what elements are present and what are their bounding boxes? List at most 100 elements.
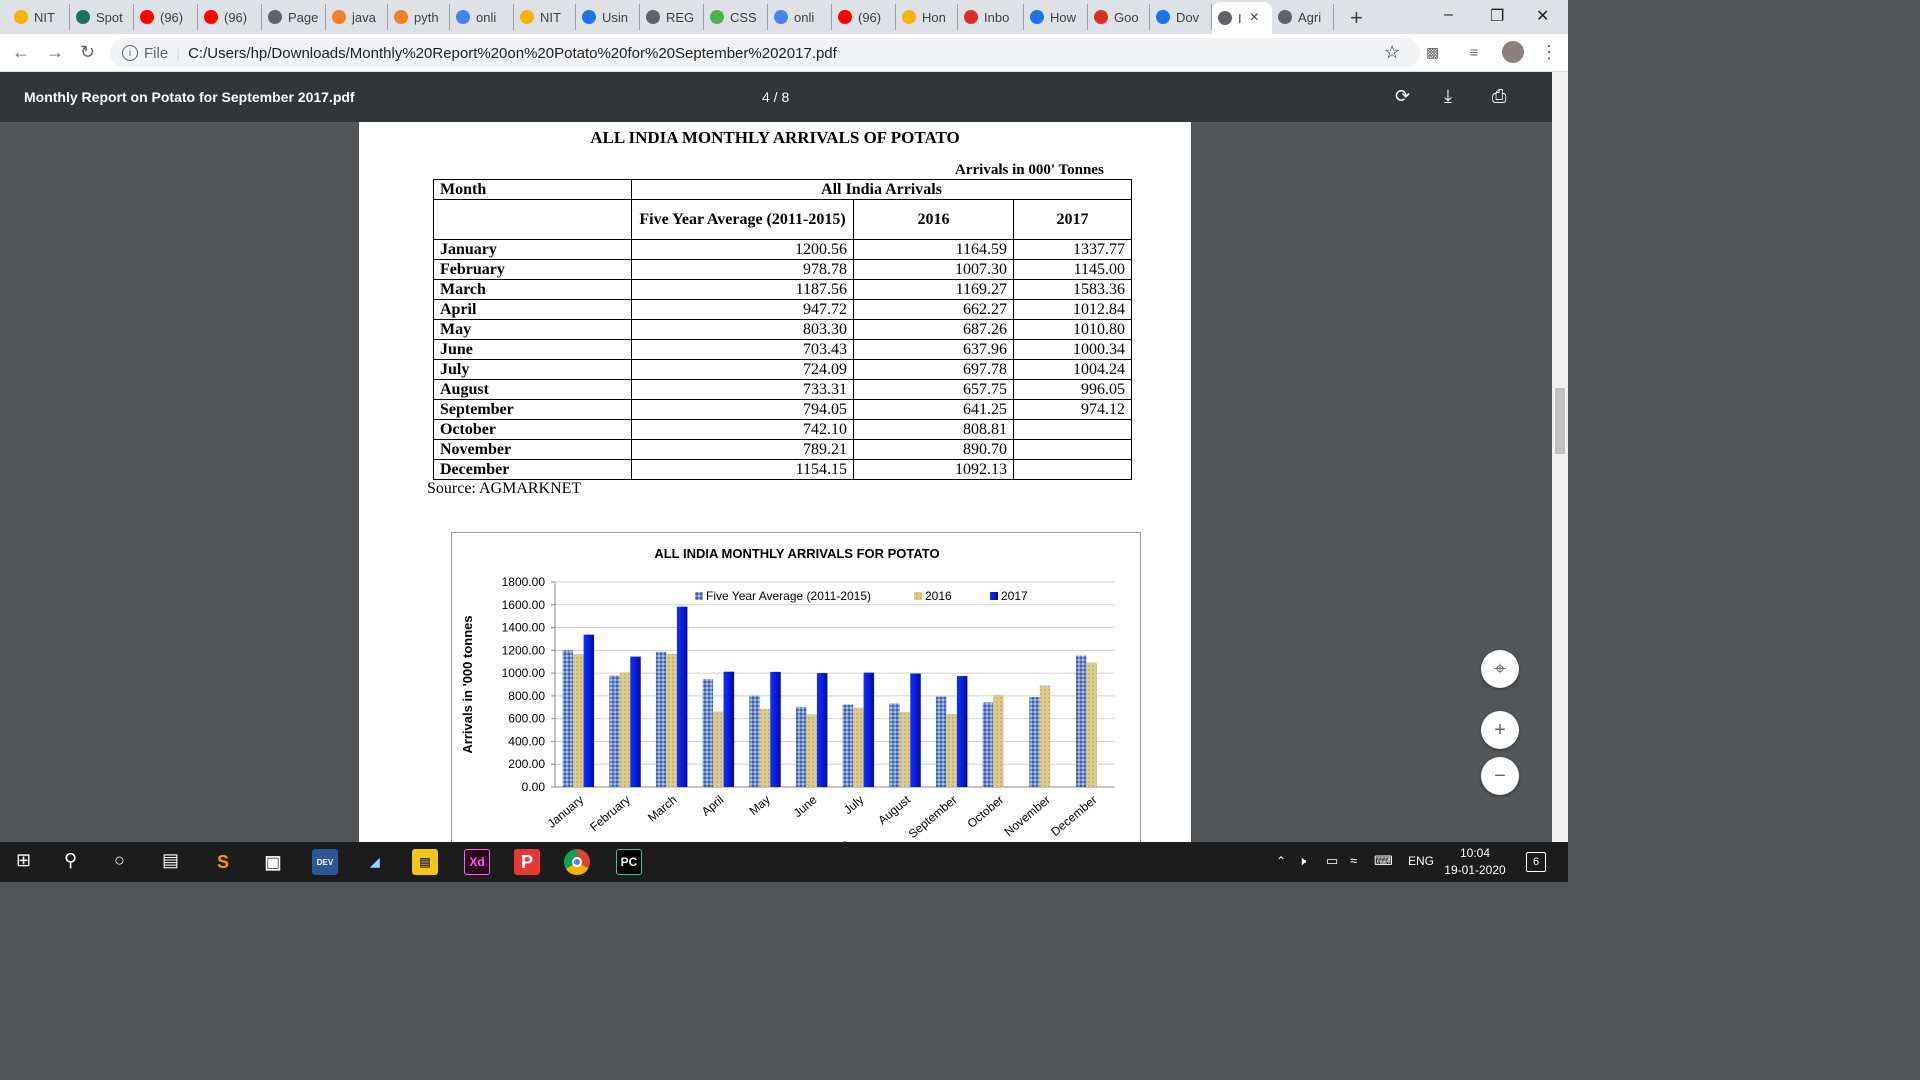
download-icon[interactable]: ⤓	[1444, 86, 1452, 107]
tab[interactable]: How	[1024, 4, 1088, 30]
new-tab-icon[interactable]: +	[1350, 5, 1363, 31]
bar-five-year-average-2011-2015-	[749, 695, 760, 787]
scrollbar[interactable]	[1552, 72, 1568, 842]
tab-label: CSS	[730, 9, 757, 25]
avg-cell: 803.30	[631, 319, 854, 340]
bar-five-year-average-2011-2015-	[562, 650, 574, 787]
x-tick-label: August	[875, 792, 913, 827]
bar-five-year-average-2011-2015-	[609, 675, 620, 787]
tab[interactable]: (96)	[198, 4, 262, 30]
tab[interactable]: Usin	[576, 4, 640, 30]
chrome-icon[interactable]	[564, 849, 590, 875]
close-tab-icon[interactable]: ×	[1250, 9, 1259, 27]
month-cell: March	[433, 279, 632, 300]
x-tick-label: June	[791, 792, 820, 820]
tab[interactable]: NIT	[514, 4, 576, 30]
tab[interactable]: NIT	[8, 4, 70, 30]
restore-icon[interactable]: ❐	[1490, 6, 1504, 26]
sublime-icon[interactable]: S	[210, 849, 236, 875]
adobe-xd-icon[interactable]: Xd	[464, 849, 490, 875]
bar-five-year-average-2011-2015-	[1075, 655, 1087, 787]
avg-cell: 703.43	[631, 339, 854, 360]
app-icon[interactable]: ◢	[362, 849, 388, 875]
menu-kebab-icon[interactable]: ⋮	[1540, 42, 1558, 63]
bookmark-star-icon[interactable]: ☆	[1384, 42, 1400, 63]
windows-start-icon[interactable]: ⊞	[16, 850, 31, 871]
tab[interactable]: Spot	[70, 4, 134, 30]
forward-arrow-icon[interactable]: →	[46, 42, 64, 63]
table-row: July 724.09 697.78 1004.24	[433, 359, 1132, 380]
cortana-icon[interactable]: ○	[114, 850, 125, 871]
tab[interactable]: (96)	[832, 4, 896, 30]
camera-icon[interactable]: ▣	[260, 849, 286, 875]
tab[interactable]: Inbo	[958, 4, 1024, 30]
stack-icon	[332, 10, 346, 24]
tab[interactable]: Hon	[896, 4, 958, 30]
keyboard-icon[interactable]: ⌨	[1374, 853, 1393, 869]
tab-label: java	[352, 9, 376, 25]
pycharm-icon[interactable]: PC	[616, 849, 642, 875]
avg-cell: 947.72	[631, 299, 854, 320]
month-cell: September	[433, 399, 632, 420]
tray-chevron-icon[interactable]: ⌃	[1276, 854, 1286, 868]
tab[interactable]: Goo	[1088, 4, 1150, 30]
tab[interactable]: onli	[450, 4, 514, 30]
tab-label: onli	[794, 9, 815, 25]
clock[interactable]: 10:04 19-01-2020	[1440, 845, 1510, 879]
y2016-header: 2016	[853, 199, 1014, 240]
tab[interactable]: Page	[262, 4, 326, 30]
tab[interactable]: Dov	[1150, 4, 1212, 30]
browser-tab-strip: NIT Spot (96) (96) Page java pyth onli NIT Usin RE…	[0, 0, 1568, 34]
task-view-icon[interactable]: ▤	[162, 850, 179, 871]
scrollbar-thumb[interactable]	[1555, 388, 1565, 454]
y2017-cell: 1004.24	[1013, 359, 1132, 380]
y2017-cell: 1000.34	[1013, 339, 1132, 360]
tab[interactable]: (96)	[134, 4, 198, 30]
page-indicator[interactable]: 4 / 8	[762, 89, 789, 105]
devcpp-icon[interactable]: DEV	[312, 849, 338, 875]
url-field[interactable]: i File | C:/Users/hp/Downloads/Monthly%2…	[110, 38, 1420, 68]
globe-icon	[268, 10, 282, 24]
p-app-icon[interactable]: P	[514, 849, 540, 875]
zoom-out-icon[interactable]: −	[1481, 757, 1519, 795]
avatar[interactable]	[1502, 41, 1524, 63]
arrivals-table: Month All India Arrivals Five Year Avera…	[433, 179, 1132, 480]
media-queue-icon[interactable]: ≡	[1470, 44, 1478, 60]
table-row: August 733.31 657.75 996.05	[433, 379, 1132, 400]
bar-2016	[573, 654, 584, 787]
zoom-in-icon[interactable]: +	[1481, 711, 1519, 749]
language-indicator[interactable]: ENG	[1408, 854, 1434, 868]
search-icon[interactable]: ⚲	[64, 850, 77, 871]
y2017-header: 2017	[1013, 199, 1132, 240]
tab[interactable]: pyth	[388, 4, 450, 30]
minimize-icon[interactable]: –	[1444, 6, 1453, 24]
y2016-cell: 1092.13	[853, 459, 1014, 480]
tab[interactable]: onli	[768, 4, 832, 30]
legend-label: 2016	[925, 589, 952, 603]
tab[interactable]: java	[326, 4, 388, 30]
y-axis-label: Arrivals in '000 tonnes	[460, 615, 475, 753]
tab[interactable]: Agri	[1272, 4, 1334, 30]
reload-icon[interactable]: ↻	[80, 42, 95, 63]
notification-center-icon[interactable]: 6	[1526, 852, 1546, 872]
fit-page-icon[interactable]: ⌖	[1481, 650, 1519, 688]
pdf-viewer[interactable]: ALL INDIA MONTHLY ARRIVALS OF POTATO Arr…	[0, 122, 1552, 842]
tab[interactable]: REG	[640, 4, 704, 30]
volume-muted-icon[interactable]: 🕨	[1298, 853, 1306, 869]
lock-extension-icon[interactable]: ▩	[1426, 44, 1439, 61]
info-icon[interactable]: i	[122, 45, 138, 61]
url-text[interactable]: C:/Users/hp/Downloads/Monthly%20Report%2…	[188, 45, 837, 62]
close-window-icon[interactable]: ✕	[1536, 6, 1549, 26]
download-icon	[1156, 10, 1170, 24]
wifi-icon[interactable]: ≈	[1350, 853, 1357, 868]
print-icon[interactable]: ⎙	[1492, 86, 1506, 107]
bar-2016	[1039, 685, 1051, 787]
tab[interactable]: CSS	[704, 4, 768, 30]
back-arrow-icon[interactable]: ←	[12, 42, 30, 63]
youtube-icon	[838, 10, 852, 24]
rotate-icon[interactable]: ⟳	[1395, 86, 1410, 107]
file-explorer-icon[interactable]: ▤	[412, 849, 438, 875]
battery-icon[interactable]: ▭	[1326, 853, 1338, 869]
y2016-cell: 808.81	[853, 419, 1014, 440]
tab[interactable]: I ×	[1212, 2, 1272, 34]
